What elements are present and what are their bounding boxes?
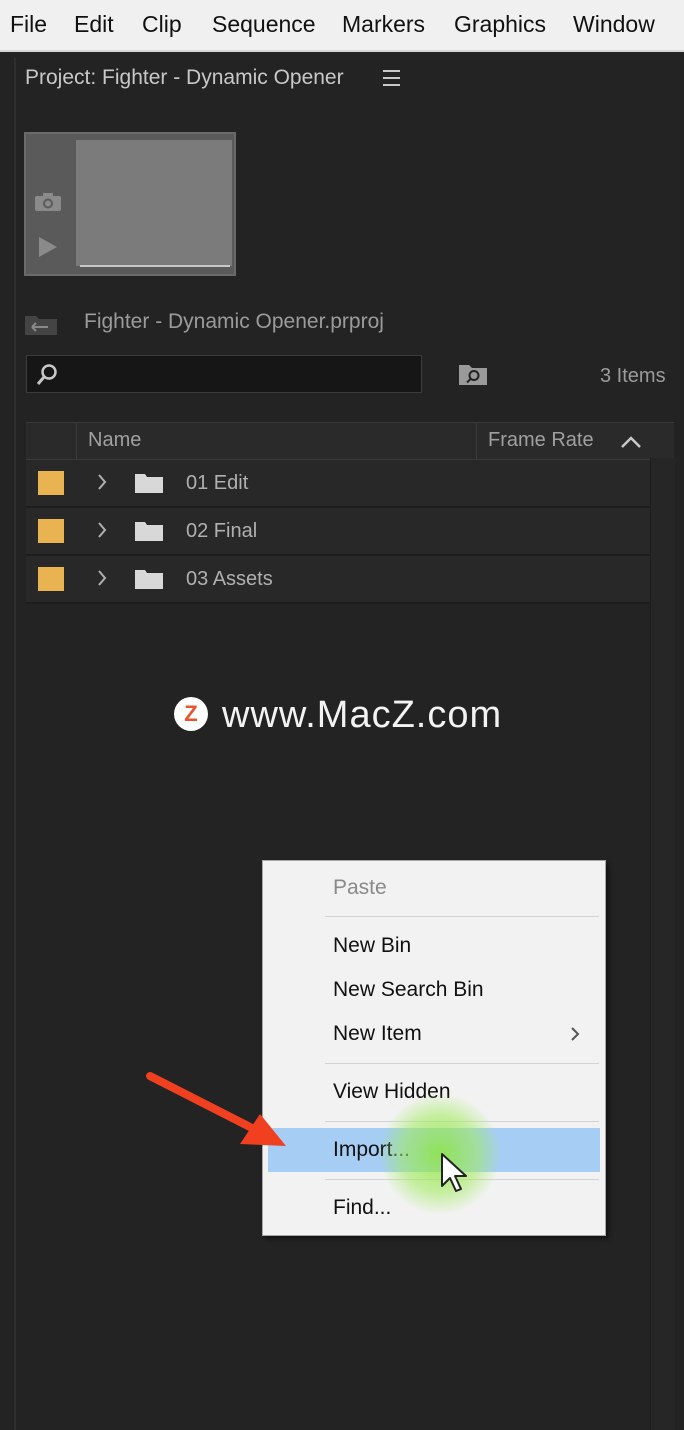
- menu-separator: [325, 916, 599, 917]
- camera-icon[interactable]: [34, 192, 62, 212]
- search-input[interactable]: [26, 355, 422, 393]
- list-header: Name Frame Rate: [26, 422, 674, 460]
- chevron-right-icon[interactable]: [96, 473, 108, 491]
- panel-title[interactable]: Project: Fighter - Dynamic Opener: [25, 66, 344, 90]
- chevron-right-icon[interactable]: [96, 569, 108, 587]
- list-item[interactable]: 02 Final: [26, 508, 650, 556]
- thumbnail-image: [76, 140, 232, 266]
- label-color-swatch[interactable]: [38, 519, 64, 543]
- folder-icon: [135, 522, 163, 541]
- menu-edit[interactable]: Edit: [74, 11, 114, 38]
- new-bin-icon[interactable]: [458, 362, 488, 386]
- preview-thumbnail: [24, 132, 236, 276]
- column-header-name[interactable]: Name: [88, 429, 141, 452]
- column-separator[interactable]: [76, 423, 77, 459]
- menu-separator: [325, 1063, 599, 1064]
- watermark-logo: Z: [174, 697, 208, 731]
- bin-name: 01 Edit: [186, 472, 249, 494]
- watermark-text: www.MacZ.com: [222, 694, 503, 736]
- list-item[interactable]: 01 Edit: [26, 460, 650, 508]
- menu-item-new-bin[interactable]: New Bin: [333, 934, 411, 958]
- menu-file[interactable]: File: [10, 11, 47, 38]
- bin-name: 02 Final: [186, 520, 258, 542]
- label-color-swatch[interactable]: [38, 567, 64, 591]
- items-count: 3 Items: [600, 365, 666, 387]
- chevron-right-icon[interactable]: [96, 521, 108, 539]
- sort-ascending-icon[interactable]: [620, 435, 642, 449]
- panel-menu-icon[interactable]: [383, 70, 400, 86]
- column-header-frame-rate[interactable]: Frame Rate: [488, 429, 594, 452]
- menu-item-find[interactable]: Find...: [333, 1196, 391, 1220]
- column-separator[interactable]: [476, 423, 477, 459]
- folder-icon: [135, 474, 163, 493]
- list-scrollbar[interactable]: [650, 458, 675, 1430]
- menu-bar: File Edit Clip Sequence Markers Graphics…: [0, 0, 684, 52]
- menu-markers[interactable]: Markers: [342, 11, 425, 38]
- mouse-cursor-icon: [441, 1153, 467, 1192]
- menu-graphics[interactable]: Graphics: [454, 11, 546, 38]
- menu-clip[interactable]: Clip: [142, 11, 182, 38]
- menu-item-new-item[interactable]: New Item: [333, 1022, 422, 1046]
- bin-name: 03 Assets: [186, 568, 273, 590]
- submenu-chevron-icon: [571, 1027, 580, 1041]
- play-icon[interactable]: [38, 236, 58, 258]
- menu-sequence[interactable]: Sequence: [212, 11, 316, 38]
- thumbnail-scrub-bar[interactable]: [80, 265, 230, 267]
- project-file-icon: [25, 316, 57, 335]
- project-file-name: Fighter - Dynamic Opener.prproj: [84, 310, 384, 333]
- menu-window[interactable]: Window: [573, 11, 655, 38]
- list-item[interactable]: 03 Assets: [26, 556, 650, 604]
- menu-item-new-search-bin[interactable]: New Search Bin: [333, 978, 484, 1002]
- search-icon: [36, 364, 57, 385]
- label-color-swatch[interactable]: [38, 471, 64, 495]
- red-arrow-icon: [146, 1072, 286, 1146]
- folder-icon: [135, 570, 163, 589]
- menu-item-paste[interactable]: Paste: [333, 876, 387, 900]
